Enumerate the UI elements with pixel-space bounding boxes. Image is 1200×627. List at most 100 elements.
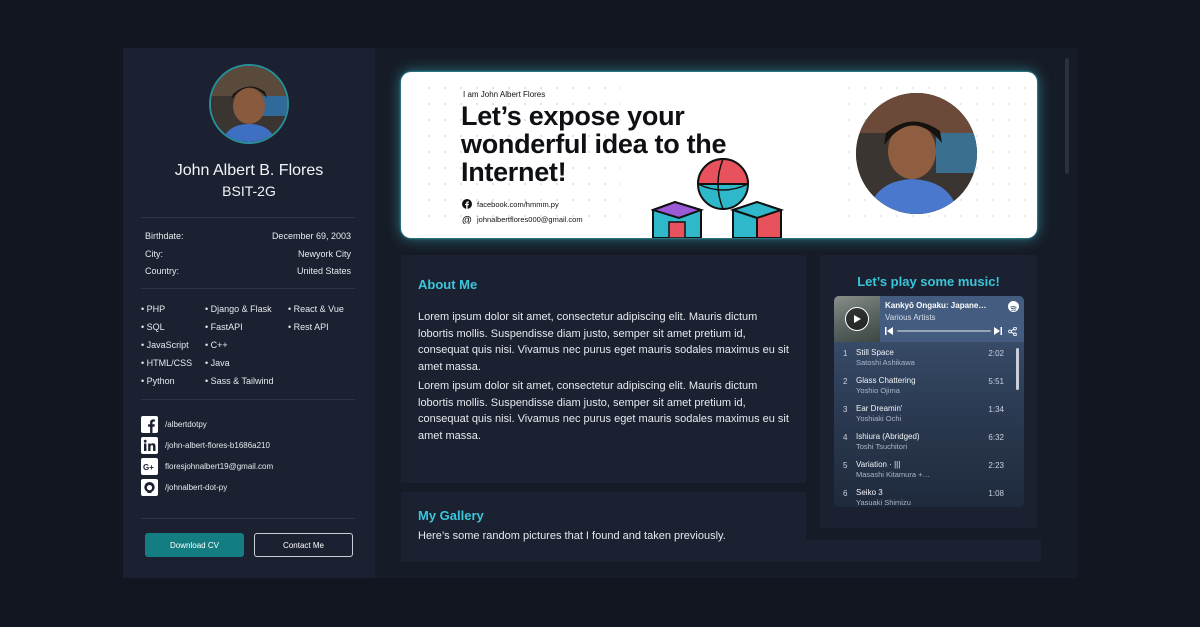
hero-facebook[interactable]: facebook.com/hmmm.py <box>462 199 559 209</box>
skill-item: • HTML/CSS <box>141 358 193 368</box>
divider <box>141 399 355 400</box>
track-duration: 6:32 <box>988 433 1004 442</box>
skill-item: • C++ <box>205 340 228 350</box>
info-value: Newyork City <box>297 249 351 259</box>
play-icon <box>854 315 861 323</box>
track-artist: Yoshio Ojima <box>856 386 900 395</box>
track-title: Ear Dreamin' <box>856 404 903 413</box>
info-row-city: City: Newyork City <box>145 249 351 259</box>
music-title: Let’s play some music! <box>857 274 1000 289</box>
track-duration: 2:02 <box>988 349 1004 358</box>
track-duration: 1:08 <box>988 489 1004 498</box>
facebook-icon <box>141 416 158 433</box>
track-title: Variation · ||| <box>856 460 901 469</box>
track-number: 6 <box>843 489 848 498</box>
page-scrollbar[interactable] <box>1065 58 1069 174</box>
divider <box>141 288 355 289</box>
spotify-icon[interactable] <box>1008 301 1019 312</box>
track-item[interactable]: 2 Glass Chattering Yoshio Ojima 5:51 <box>834 371 1014 399</box>
hero-banner: I am John Albert Flores Let’s expose you… <box>401 72 1037 238</box>
facebook-icon <box>462 199 472 209</box>
hero-intro: I am John Albert Flores <box>463 90 546 99</box>
divider <box>141 217 355 218</box>
info-label: City: <box>145 249 163 259</box>
info-value: United States <box>296 266 351 276</box>
about-paragraph: Lorem ipsum dolor sit amet, consectetur … <box>418 311 789 373</box>
info-value: December 69, 2003 <box>271 231 351 241</box>
about-paragraph: Lorem ipsum dolor sit amet, consectetur … <box>418 380 789 442</box>
profile-name: John Albert B. Flores <box>174 162 324 179</box>
info-row-country: Country: United States <box>145 266 351 276</box>
track-item[interactable]: 3 Ear Dreamin' Yoshiaki Ochi 1:34 <box>834 399 1014 427</box>
track-number: 5 <box>843 461 848 470</box>
download-cv-button[interactable]: Download CV <box>145 533 244 557</box>
track-title: Seiko 3 <box>856 488 883 497</box>
social-google-plus[interactable]: G+ floresjohnalbert19@gmail.com <box>141 458 273 475</box>
tracklist-scrollbar[interactable] <box>1016 348 1019 390</box>
skill-item: • Django & Flask <box>205 304 272 314</box>
geometric-shapes-illustration <box>651 158 785 238</box>
social-text: /johnalbert-dot-py <box>165 483 228 492</box>
progress-bar[interactable] <box>897 330 991 332</box>
track-item[interactable]: 5 Variation · ||| Masashi Kitamura +… 2:… <box>834 455 1014 483</box>
track-number: 3 <box>843 405 848 414</box>
track-number: 2 <box>843 377 848 386</box>
info-label: Birthdate: <box>145 231 184 241</box>
at-sign-icon: @ <box>462 214 472 224</box>
hero-facebook-text: facebook.com/hmmm.py <box>477 199 559 209</box>
skill-item: • JavaScript <box>141 340 189 350</box>
social-github[interactable]: /johnalbert-dot-py <box>141 479 227 496</box>
social-text: /albertdotpy <box>165 420 207 429</box>
hero-profile-photo <box>856 93 977 214</box>
divider <box>141 518 355 519</box>
skill-item: • Python <box>141 376 175 386</box>
svg-text:@: @ <box>462 215 472 224</box>
social-linkedin[interactable]: /john-albert-flores-b1686a210 <box>141 437 270 454</box>
skill-item: • PHP <box>141 304 166 314</box>
social-facebook[interactable]: /albertdotpy <box>141 416 207 433</box>
profile-course: BSIT-2G <box>222 183 276 199</box>
gallery-panel-extension <box>806 540 1041 562</box>
skill-item: • React & Vue <box>288 304 344 314</box>
track-duration: 5:51 <box>988 377 1004 386</box>
track-artist: Masashi Kitamura +… <box>856 470 930 479</box>
track-artist: Satoshi Ashikawa <box>856 358 915 367</box>
player-header: Kankyō Ongaku: Japane… Various Artists <box>834 296 1024 342</box>
github-icon <box>141 479 158 496</box>
linkedin-icon <box>141 437 158 454</box>
skill-item: • SQL <box>141 322 165 332</box>
track-item[interactable]: 4 Ishiura (Abridged) Toshi Tsuchitori 6:… <box>834 427 1014 455</box>
track-artist: Toshi Tsuchitori <box>856 442 908 451</box>
hero-email-text: johnalbertflores000@gmail.com <box>477 214 583 224</box>
about-panel: About Me Lorem ipsum dolor sit amet, con… <box>401 255 806 483</box>
info-label: Country: <box>145 266 180 276</box>
track-artist: Yoshiaki Ochi <box>856 414 902 423</box>
track-artist: Yasuaki Shimizu <box>856 498 911 507</box>
track-item[interactable]: 6 Seiko 3 Yasuaki Shimizu 1:08 <box>834 483 1014 507</box>
next-track-icon[interactable] <box>994 327 1002 335</box>
track-item[interactable]: 1 Still Space Satoshi Ashikawa 2:02 <box>834 343 1014 371</box>
about-title: About Me <box>418 277 478 292</box>
track-duration: 1:34 <box>988 405 1004 414</box>
album-artist: Various Artists <box>885 313 936 322</box>
skill-item: • FastAPI <box>205 322 243 332</box>
track-title: Still Space <box>856 348 894 357</box>
skill-item: • Sass & Tailwind <box>205 376 274 386</box>
svg-text:G+: G+ <box>143 463 154 472</box>
info-row-birthdate: Birthdate: December 69, 2003 <box>145 231 351 241</box>
track-duration: 2:23 <box>988 461 1004 470</box>
gallery-title: My Gallery <box>418 508 484 523</box>
play-button[interactable] <box>845 307 869 331</box>
contact-me-button[interactable]: Contact Me <box>254 533 353 557</box>
social-text: /john-albert-flores-b1686a210 <box>165 441 270 450</box>
share-icon[interactable] <box>1008 327 1017 336</box>
hero-email[interactable]: @ johnalbertflores000@gmail.com <box>462 214 583 225</box>
gallery-panel: My Gallery Here’s some random pictures t… <box>401 492 806 562</box>
previous-track-icon[interactable] <box>885 327 893 335</box>
gallery-description: Here’s some random pictures that I found… <box>418 530 726 542</box>
skill-item: • Java <box>205 358 230 368</box>
avatar <box>209 64 289 144</box>
skill-item: • Rest API <box>288 322 329 332</box>
track-number: 4 <box>843 433 848 442</box>
track-title: Ishiura (Abridged) <box>856 432 920 441</box>
